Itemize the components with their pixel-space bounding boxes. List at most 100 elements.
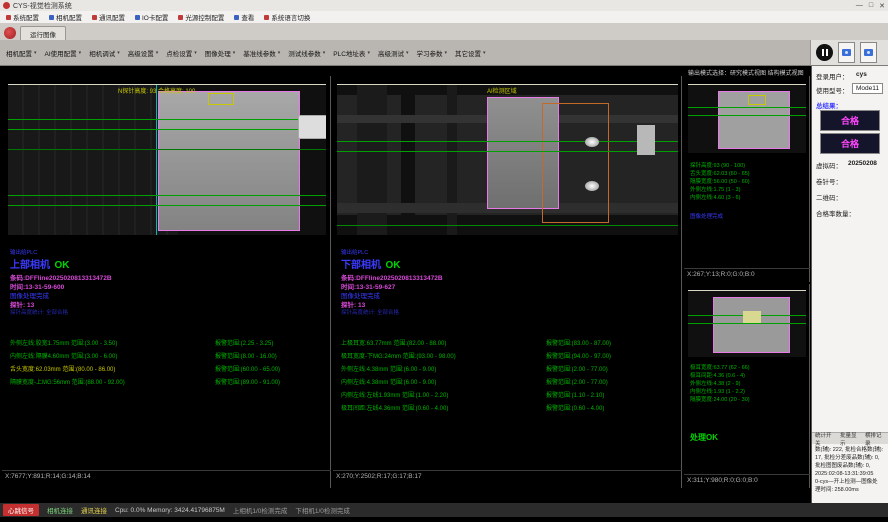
camera-image-center[interactable]: AI检测区域 [337,84,678,235]
camera-view-side-1[interactable]: 探针高度:93 (90 - 100) 舌头宽度:62.03 (60 - 65) … [684,76,810,282]
statistics-block: 数(辅): 222, 批检合格数(辅): 17, 批检分差废品数(辅): 0, … [815,446,887,494]
maximize-button[interactable]: □ [869,2,873,10]
measurement-value: 外侧左线:4.38 (2 - 9) [690,380,750,388]
tab-strip: 运行图像 [0,24,888,40]
camera-icon [864,49,873,56]
green-guide-line [337,151,678,152]
tool-baseline-params[interactable]: 基准线参数▾ [243,48,280,58]
heartbeat-badge: 心跳信号 [3,504,39,516]
camera-view-center[interactable]: AI检测区域 输出给PLC 下部相机 OK 条码:DFFline20250208… [333,76,682,488]
menu-item-icon [92,15,97,20]
camera-view-side-2[interactable]: 极耳宽度:63.77 (62 - 66) 极耳间距:4.36 (0.6 - 4)… [684,284,810,488]
process-status-text: 处理OK [690,432,718,443]
green-guide-line [8,195,326,196]
chevron-down-icon: ▾ [444,50,447,56]
tool-test-line-params[interactable]: 测试线参数▾ [288,48,325,58]
model-value-box[interactable]: Mode11 [852,83,883,94]
tool-camera-config[interactable]: 相机配置▾ [6,48,37,58]
bright-spot [585,181,599,191]
toggle-record[interactable]: 横排记录 [865,431,886,447]
toggle-stats[interactable]: 统计开关 [815,431,836,447]
code-value: 20250208 [848,160,877,167]
measurement-value: 内侧左线:1.93 (1 - 2.2) [690,388,750,396]
alarm-range: 报警范围:(8.00 - 16.00) [215,351,277,360]
camera-icon [842,49,851,56]
measurement-value: 内侧左线:隔膜4.60mm 范围:(3.00 - 6.00) [10,354,117,360]
image-overlay-text: AI检测区域 [487,86,517,95]
green-guide-line [337,141,678,142]
tool-label: 点检设置 [166,48,192,58]
menu-item-camera-config[interactable]: 相机配置 [49,12,82,22]
menu-item-light-config[interactable]: 光源控制配置 [178,12,224,22]
pause-button[interactable] [816,44,833,61]
tool-plc-address[interactable]: PLC地址表▾ [333,48,370,58]
alarm-range: 报警范围:(0.60 - 4.00) [546,403,604,412]
camera-image-side-2[interactable] [688,290,806,357]
menu-item-icon [6,15,11,20]
measurement-value: 极耳宽度:63.77 (62 - 66) [690,364,750,372]
alarm-range: 报警范围:(83.00 - 87.00) [546,338,611,347]
stats-line: 理时间: 258.00ms [815,486,887,494]
menu-item-system-config[interactable]: 系统配置 [6,12,39,22]
green-guide-line [337,225,678,226]
lower-camera-message: 下相机1/0检测完成 [295,505,350,515]
menu-item-comm-config[interactable]: 通讯配置 [92,12,125,22]
login-user-label: 登录用户： [816,71,849,81]
menu-item-label: 光源控制配置 [185,12,224,22]
tool-ai-config[interactable]: AI使用配置▾ [45,48,82,58]
bright-spot [585,137,599,147]
part-region-overlay [158,91,300,231]
measurement-value: 极耳宽度-下MG:24mm 范围:(93.00 - 98.00) [341,354,456,360]
chevron-down-icon: ▾ [79,50,82,56]
brand-logo-icon [4,27,16,39]
tool-other-settings[interactable]: 其它设置▾ [455,48,486,58]
camera-image-side-1[interactable] [688,84,806,153]
pixel-coords-readout: X:270;Y:2502;R:17;G:17;B:17 [333,470,682,480]
menu-item-language[interactable]: 系统语言切换 [264,12,310,22]
pass-rate-label: 合格率数量： [816,208,855,218]
tool-spot-check[interactable]: 点检设置▾ [166,48,197,58]
measurement-value: 舌头宽度:62.03mm 范围:(80.00 - 86.00) [10,367,115,373]
menu-item-io-config[interactable]: IO卡配置 [135,12,168,22]
chevron-down-icon: ▾ [233,50,236,56]
menu-item-view[interactable]: 查看 [234,12,254,22]
alarm-range: 报警范围:(89.00 - 91.00) [215,377,280,386]
orange-roi-box [542,103,609,223]
comm-link-status: 通讯连接 [81,505,107,515]
camera-1-button[interactable] [838,42,855,63]
menu-item-label: 相机配置 [56,12,82,22]
yellow-roi-box [208,93,234,105]
window-controls: — □ ✕ [856,2,885,10]
camera-name: 上部相机 [10,260,50,271]
tool-image-process[interactable]: 图像处理▾ [205,48,236,58]
tool-advanced-settings[interactable]: 高级设置▾ [128,48,159,58]
result-box-upper: 合格 [820,110,880,131]
minimize-button[interactable]: — [856,2,863,10]
total-result-label: 总结果： [816,100,842,110]
camera-image-left[interactable]: N探针高度: 93 合格高度: 100 [8,84,326,235]
measurement-value: 外侧左线:胶宽1.75mm 范围:(3.00 - 3.50) [10,341,117,347]
camera-2-button[interactable] [860,42,877,63]
green-guide-line [8,149,326,150]
green-guide-line [688,107,806,108]
status-bar: 心跳信号 相机连接 通讯连接 Cpu: 0.0% Memory: 3424.41… [0,503,888,517]
tab-run-image[interactable]: 运行图像 [20,26,66,40]
panel-toggle-strip: 统计开关 批量显示 横排记录 [812,432,888,444]
titlebar: CYS-视觉检测系统 — □ ✕ [0,0,888,11]
model-label: 使用型号： [816,85,849,95]
alarm-range: 报警范围:(60.00 - 65.00) [215,364,280,373]
close-button[interactable]: ✕ [879,2,885,10]
chevron-down-icon: ▾ [156,50,159,56]
camera-link-status: 相机连接 [47,505,73,515]
measurement-value: 极耳间距:4.36 (0.6 - 4) [690,372,750,380]
stats-line: 2025:02:08-13:31:39:05 [815,470,887,478]
tool-camera-debug[interactable]: 相机调试▾ [89,48,120,58]
tool-learn-params[interactable]: 学习参数▾ [416,48,447,58]
pixel-coords-readout: X:267;Y:13;R:0;G:0;B:0 [684,268,810,278]
menu-item-icon [135,15,140,20]
measurement-row: 舌头宽度:62.03mm 范围:(80.00 - 86.00) 报警范围:(60.… [10,364,328,377]
toggle-batch[interactable]: 批量显示 [840,431,861,447]
tool-label: 基准线参数 [243,48,276,58]
camera-view-left[interactable]: N探针高度: 93 合格高度: 100 输出给PLC 上部相机 OK 条码:DF… [2,76,331,488]
tool-advanced-test[interactable]: 高级测试▾ [378,48,409,58]
